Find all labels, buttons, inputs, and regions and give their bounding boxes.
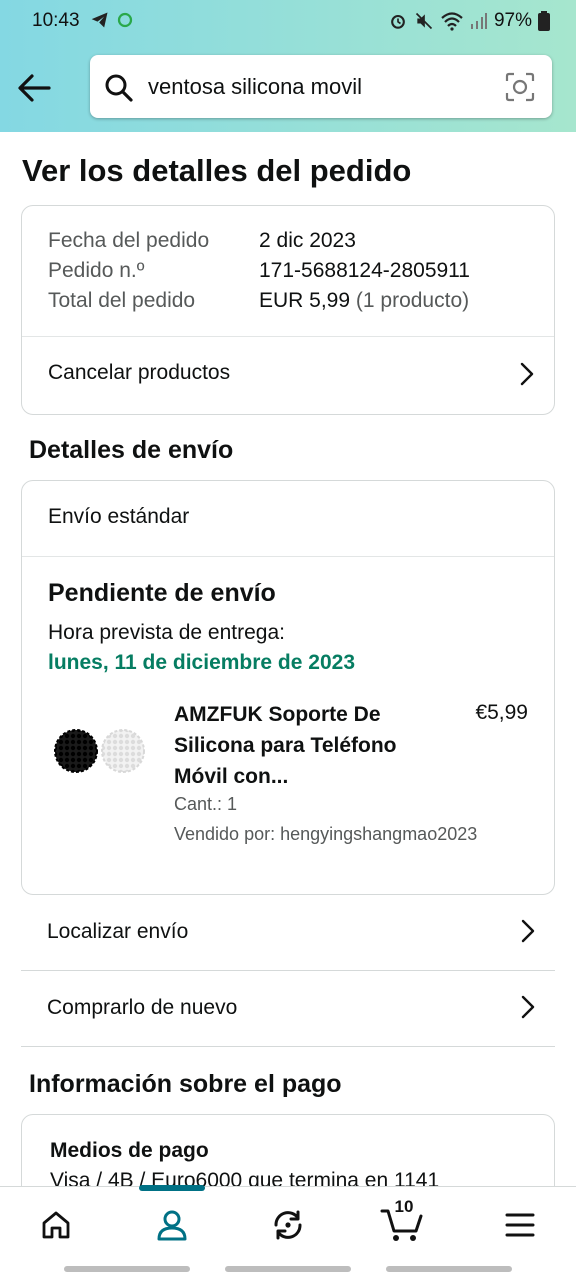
signal-icon [470, 13, 487, 29]
sync-icon [117, 12, 133, 28]
shipping-status: Pendiente de envío [48, 579, 276, 607]
order-summary-card: Fecha del pedido 2 dic 2023 Pedido n.º 1… [21, 205, 555, 415]
status-bar: 10:43 97% [0, 0, 576, 40]
payment-heading: Información sobre el pago [29, 1070, 342, 1098]
search-icon [105, 74, 133, 102]
shipping-method: Envío estándar [48, 505, 190, 528]
status-time: 10:43 [32, 10, 80, 31]
buy-again-row[interactable]: Comprarlo de nuevo [21, 971, 555, 1047]
nav-returns[interactable] [264, 1205, 312, 1245]
nav-active-indicator [139, 1185, 205, 1191]
wifi-icon [441, 12, 463, 31]
order-date-label: Fecha del pedido [48, 229, 210, 252]
buy-again-label: Comprarlo de nuevo [47, 996, 238, 1019]
header: 10:43 97% ventosa silicona movil [0, 0, 576, 132]
chevron-right-icon [521, 995, 535, 1019]
order-number-value: 171-5688124-2805911 [259, 259, 470, 282]
back-button[interactable] [14, 68, 54, 108]
eta-date: lunes, 11 de diciembre de 2023 [48, 651, 355, 674]
eta-label: Hora prevista de entrega: [48, 621, 285, 644]
battery-percent: 97% [493, 10, 532, 31]
product-price: €5,99 [475, 701, 528, 724]
alarm-icon [391, 14, 405, 29]
track-shipment-row[interactable]: Localizar envío [21, 895, 555, 971]
order-total-items: (1 producto) [355, 289, 470, 312]
telegram-icon [91, 12, 108, 28]
order-total-value: EUR 5,99 (1 producto) [259, 289, 469, 313]
order-total-amount: EUR 5,99 [259, 289, 351, 312]
status-right-icons: 97% [388, 10, 550, 32]
order-total-label: Total del pedido [48, 289, 196, 312]
camera-search-icon[interactable] [504, 71, 536, 103]
cancel-products-label: Cancelar productos [48, 361, 231, 384]
track-shipment-label: Localizar envío [47, 920, 189, 943]
cancel-products-row[interactable]: Cancelar productos [22, 337, 554, 415]
nav-cart[interactable]: 10 [378, 1197, 426, 1245]
search-bar[interactable]: ventosa silicona movil [90, 55, 552, 118]
product-image[interactable] [52, 721, 148, 781]
search-input[interactable]: ventosa silicona movil [148, 74, 362, 100]
payment-methods-label: Medios de pago [50, 1139, 209, 1162]
arrow-left-icon [18, 74, 51, 102]
battery-icon [538, 11, 550, 31]
shipping-heading: Detalles de envío [29, 436, 234, 464]
nav-account[interactable] [148, 1205, 196, 1245]
returns-icon [274, 1210, 302, 1240]
chevron-right-icon [520, 362, 534, 386]
order-date-value: 2 dic 2023 [259, 229, 356, 252]
home-icon [42, 1211, 70, 1239]
order-number-label: Pedido n.º [48, 259, 145, 282]
gesture-bar [386, 1266, 512, 1272]
page-title: Ver los detalles del pedido [22, 153, 412, 188]
gesture-bar [64, 1266, 190, 1272]
gesture-bar [225, 1266, 351, 1272]
account-icon [157, 1210, 187, 1241]
cart-count-badge: 10 [394, 1197, 414, 1216]
nav-home[interactable] [32, 1205, 80, 1245]
menu-icon [505, 1213, 535, 1237]
product-quantity: Cant.: 1 [174, 794, 238, 814]
divider [22, 556, 554, 557]
shipping-card: Envío estándar Pendiente de envío Hora p… [21, 480, 555, 895]
nav-menu[interactable] [496, 1205, 544, 1245]
status-left-icons [90, 10, 134, 30]
chevron-right-icon [521, 919, 535, 943]
product-seller: Vendido por: hengyingshangmao2023 [174, 824, 478, 844]
product-title[interactable]: AMZFUK Soporte De Silicona para Teléfono… [174, 699, 434, 792]
mute-icon [415, 12, 433, 30]
